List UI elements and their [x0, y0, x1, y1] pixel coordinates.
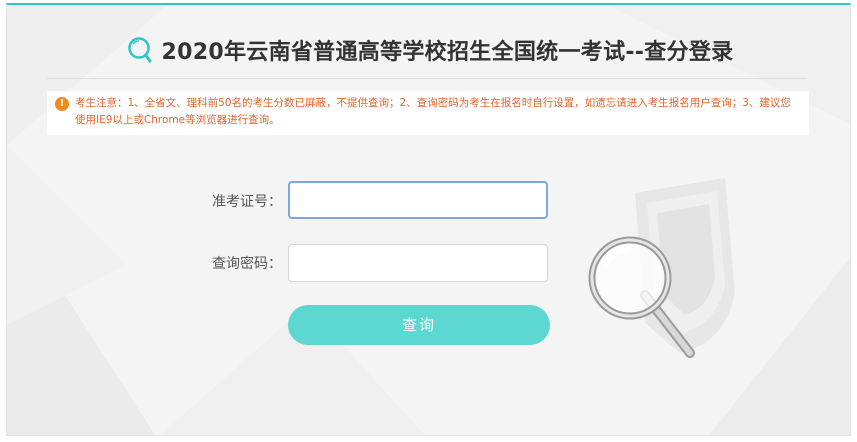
page-title: 2020年云南省普通高等学校招生全国统一考试--查分登录: [161, 40, 734, 65]
login-card: 2020年云南省普通高等学校招生全国统一考试--查分登录 ! 考生注意：1、全省…: [6, 3, 851, 436]
header-divider: [47, 78, 807, 79]
query-password-input[interactable]: [288, 244, 548, 282]
query-password-label: 查询密码：: [212, 256, 282, 272]
page-header: 2020年云南省普通高等学校招生全国统一考试--查分登录: [7, 30, 850, 70]
ticket-number-input[interactable]: [288, 181, 548, 219]
magnifier-document-icon: [588, 178, 735, 358]
search-icon: [127, 37, 152, 63]
notice-text: 考生注意：1、全省文、理科前50名的考生分数已屏蔽，不提供查询；2、查询密码为考…: [75, 97, 791, 126]
exclamation-icon: !: [55, 97, 69, 111]
query-button[interactable]: 查询: [288, 305, 550, 345]
notice-box: ! 考生注意：1、全省文、理科前50名的考生分数已屏蔽，不提供查询；2、查询密码…: [47, 91, 809, 135]
ticket-number-label: 准考证号：: [212, 194, 282, 210]
